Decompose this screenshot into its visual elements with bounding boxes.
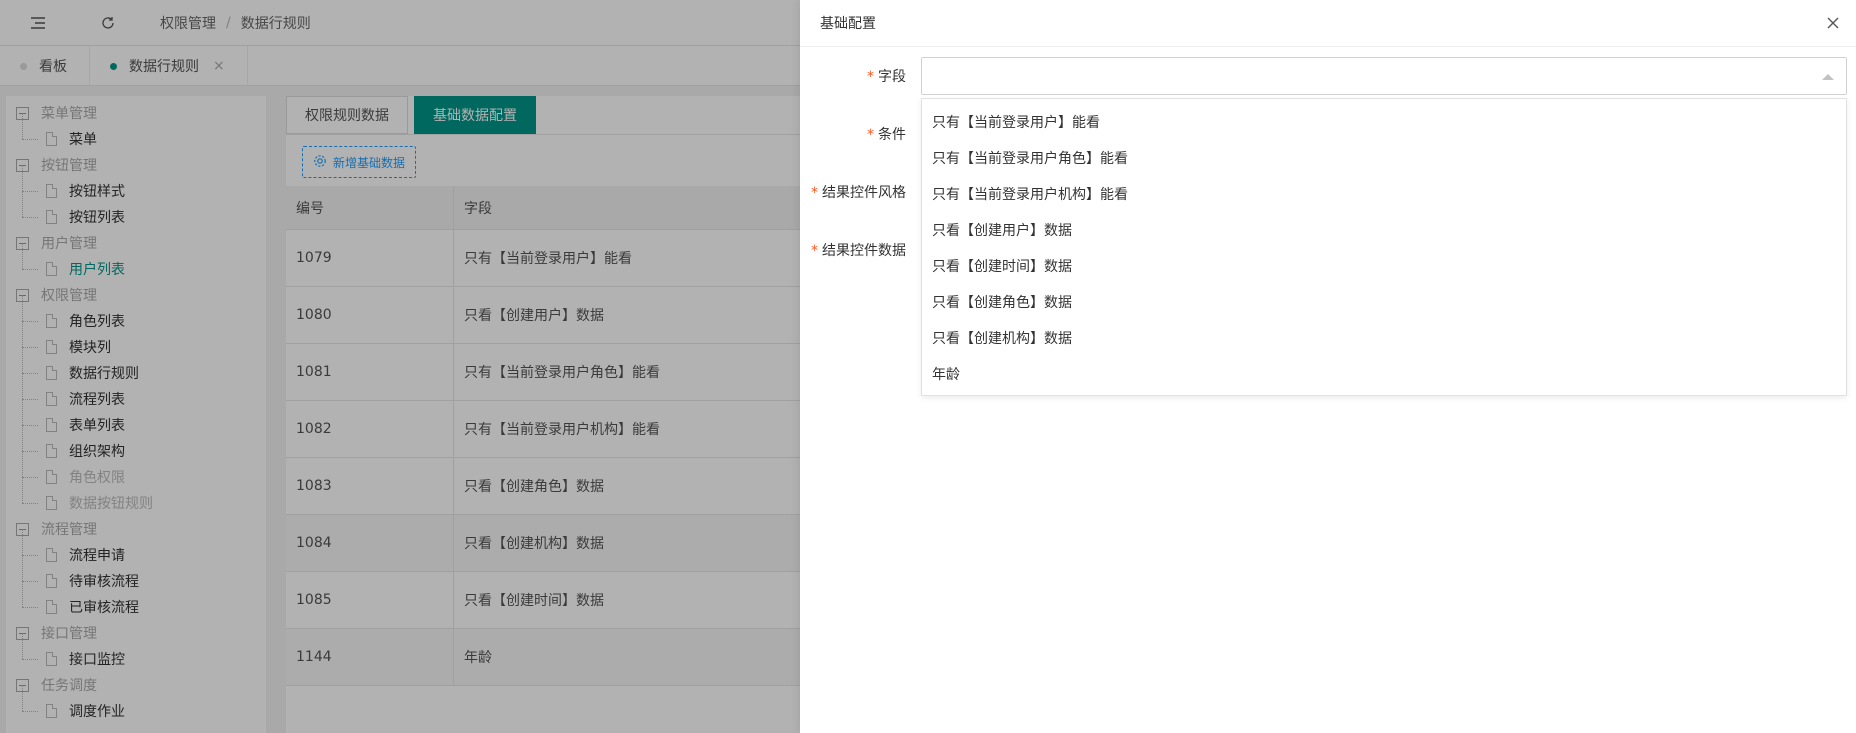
- dropdown-option[interactable]: 只看【创建时间】数据: [922, 248, 1846, 284]
- close-icon[interactable]: [1824, 14, 1842, 32]
- result-style-label-text: 结果控件风格: [822, 185, 906, 201]
- field-label: * 字段: [800, 66, 906, 86]
- dropdown-option[interactable]: 只看【创建角色】数据: [922, 284, 1846, 320]
- result-style-label: * 结果控件风格: [800, 182, 906, 202]
- field-dropdown: 只有【当前登录用户】能看 只有【当前登录用户角色】能看 只有【当前登录用户机构】…: [921, 98, 1847, 396]
- dropdown-option[interactable]: 只看【创建机构】数据: [922, 320, 1846, 356]
- config-drawer: 基础配置 * 字段 * 条件 * 结果控件风格 * 结果控件数据 只有【当前登录用户】能…: [800, 0, 1856, 733]
- result-data-label: * 结果控件数据: [800, 240, 906, 260]
- dropdown-option[interactable]: 只有【当前登录用户机构】能看: [922, 176, 1846, 212]
- required-mark: *: [811, 243, 818, 259]
- field-label-text: 字段: [878, 69, 906, 85]
- condition-label: * 条件: [800, 124, 906, 144]
- dropdown-option[interactable]: 只看【创建用户】数据: [922, 212, 1846, 248]
- result-data-label-text: 结果控件数据: [822, 243, 906, 259]
- required-mark: *: [867, 127, 874, 143]
- condition-label-text: 条件: [878, 127, 906, 143]
- dropdown-option[interactable]: 只有【当前登录用户】能看: [922, 104, 1846, 140]
- required-mark: *: [811, 185, 818, 201]
- chevron-up-icon[interactable]: [1822, 74, 1834, 80]
- dropdown-option[interactable]: 年龄: [922, 356, 1846, 392]
- drawer-header: 基础配置: [800, 0, 1856, 47]
- drawer-title: 基础配置: [820, 16, 876, 32]
- required-mark: *: [867, 69, 874, 85]
- dropdown-option[interactable]: 只有【当前登录用户角色】能看: [922, 140, 1846, 176]
- field-select[interactable]: [921, 57, 1847, 95]
